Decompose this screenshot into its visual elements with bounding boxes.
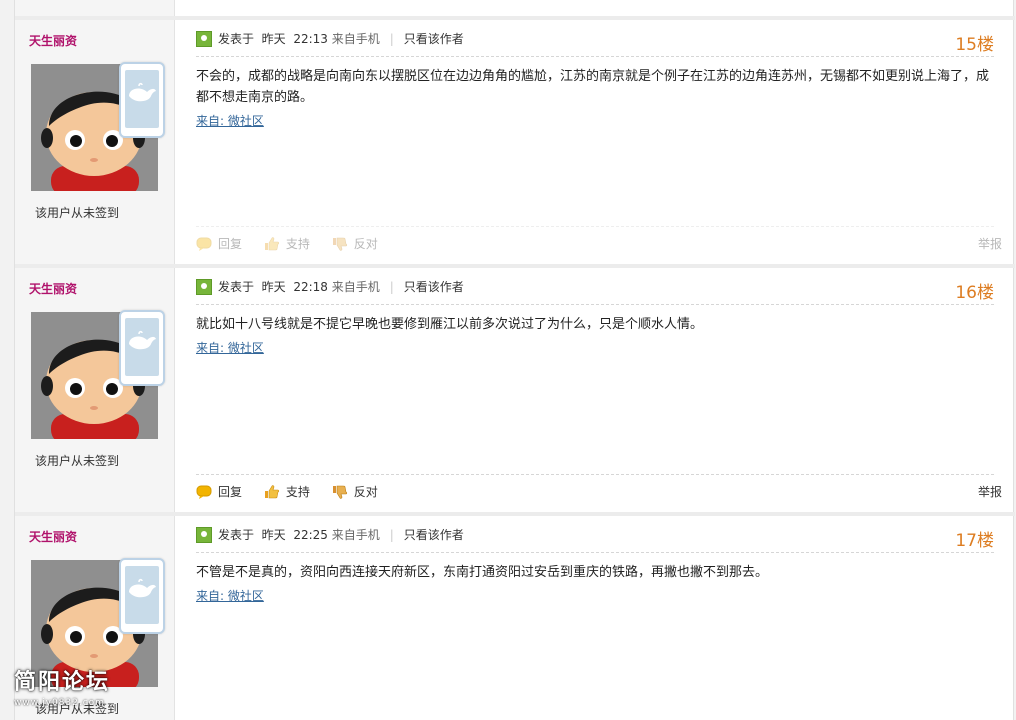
- post-content: 就比如十八号线就是不提它早晚也要修到雁江以前多次说过了为什么，只是个顺水人情。: [196, 317, 704, 332]
- mobile-phone-icon: [119, 558, 165, 634]
- reply-button[interactable]: 回复: [196, 234, 242, 254]
- previous-post-sidebar: [15, 0, 175, 16]
- meta-divider: [196, 552, 994, 553]
- post-meta: 发表于 昨天 22:18 来自手机 | 只看该作者: [196, 278, 464, 296]
- reply-label: 回复: [218, 237, 243, 251]
- reply-button[interactable]: 回复: [196, 482, 242, 502]
- separator: |: [389, 528, 394, 542]
- post-body: 发表于 昨天 22:18 来自手机 | 只看该作者 16楼 就比如十八号线就是不提它…: [176, 268, 1014, 512]
- support-button[interactable]: 支持: [264, 482, 310, 502]
- floor-number[interactable]: 17楼: [955, 526, 994, 551]
- report-link[interactable]: 举报: [978, 482, 1002, 502]
- separator: |: [389, 280, 394, 294]
- posted-label: 发表于: [218, 280, 255, 294]
- support-label: 支持: [285, 485, 310, 499]
- source-link[interactable]: 来自: 微社区: [196, 339, 264, 356]
- sign-in-status: 该用户从未签到: [35, 454, 120, 468]
- post-tag-icon: [196, 30, 212, 47]
- post-content: 不管是不是真的，资阳向西连接天府新区，东南打通资阳过安岳到重庆的铁路，再撇也撇不…: [196, 565, 769, 580]
- post-meta: 发表于 昨天 22:25 来自手机 | 只看该作者: [196, 526, 464, 544]
- reply-label: 回复: [218, 485, 243, 499]
- posted-label: 发表于: [218, 32, 255, 46]
- author-name-link[interactable]: 天生丽资: [29, 528, 77, 545]
- post-body: 发表于 昨天 22:13 来自手机 | 只看该作者 15楼 不会的，成都的战略是向南…: [176, 20, 1014, 264]
- thread-container: 天生丽资 该用户从未签到 发表于 昨天 22:13 来自手机 | 只看该作者 1…: [14, 0, 1015, 720]
- thumbs-down-icon: [332, 485, 347, 499]
- post-content: 不会的，成都的战略是向南向东以摆脱区位在边边角角的尴尬，江苏的南京就是个例子在江…: [196, 69, 990, 105]
- post-time: 22:18: [293, 280, 328, 294]
- floor-number[interactable]: 15楼: [955, 30, 994, 55]
- thumbs-down-icon: [332, 237, 347, 251]
- thumbs-up-icon: [264, 236, 279, 250]
- only-author-link[interactable]: 只看该作者: [404, 528, 464, 542]
- report-link[interactable]: 举报: [978, 234, 1002, 254]
- actions-divider: [196, 474, 994, 475]
- watermark-url: www.jy0832.com: [14, 698, 105, 708]
- actions-divider: [196, 226, 994, 227]
- mobile-phone-icon: [119, 310, 165, 386]
- meta-divider: [196, 304, 994, 305]
- post-date: 昨天: [261, 280, 286, 294]
- oppose-button[interactable]: 反对: [332, 234, 378, 254]
- mobile-phone-icon: [119, 62, 165, 138]
- oppose-label: 反对: [353, 237, 378, 251]
- author-sidebar: 天生丽资 该用户从未签到: [15, 20, 175, 264]
- post-actions: 回复 支持 反对: [196, 482, 396, 502]
- post-meta: 发表于 昨天 22:13 来自手机 | 只看该作者: [196, 30, 464, 48]
- whale-icon: [129, 82, 156, 102]
- sign-in-status: 该用户从未签到: [35, 206, 120, 220]
- post-15: 天生丽资 该用户从未签到 发表于 昨天 22:13 来自手机 | 只看该作者 1…: [15, 16, 1015, 264]
- author-name-link[interactable]: 天生丽资: [29, 32, 77, 49]
- post-date: 昨天: [261, 32, 286, 46]
- post-date: 昨天: [261, 528, 286, 542]
- post-device: 来自手机: [331, 32, 380, 46]
- post-time: 22:13: [293, 32, 328, 46]
- floor-number[interactable]: 16楼: [955, 278, 994, 303]
- post-tag-icon: [196, 278, 212, 295]
- whale-icon: [129, 578, 156, 598]
- post-16: 天生丽资 该用户从未签到 发表于 昨天 22:18 来自手机 | 只看该作者 1…: [15, 264, 1015, 512]
- forum-watermark: 简阳论坛 www.jy0832.com: [14, 664, 144, 714]
- whale-icon: [129, 330, 156, 350]
- meta-divider: [196, 56, 994, 57]
- post-device: 来自手机: [331, 280, 380, 294]
- reply-icon: [196, 237, 212, 251]
- support-label: 支持: [285, 237, 310, 251]
- posted-label: 发表于: [218, 528, 255, 542]
- watermark-title: 简阳论坛: [14, 670, 111, 695]
- post-device: 来自手机: [331, 528, 380, 542]
- post-actions: 回复 支持 反对: [196, 234, 396, 254]
- previous-post-tail: [15, 0, 1015, 16]
- post-17: 天生丽资 该用户从未签到 发表于 昨天 22:25 来自手机 | 只看该作者 1…: [15, 512, 1015, 720]
- support-button[interactable]: 支持: [264, 234, 310, 254]
- separator: |: [389, 32, 394, 46]
- source-link[interactable]: 来自: 微社区: [196, 112, 264, 129]
- post-tag-icon: [196, 526, 212, 543]
- only-author-link[interactable]: 只看该作者: [404, 280, 464, 294]
- reply-icon: [196, 485, 212, 499]
- post-time: 22:25: [293, 528, 328, 542]
- source-link[interactable]: 来自: 微社区: [196, 587, 264, 604]
- oppose-label: 反对: [353, 485, 378, 499]
- thumbs-up-icon: [264, 484, 279, 498]
- post-body: 发表于 昨天 22:25 来自手机 | 只看该作者 17楼 不管是不是真的，资阳向西…: [176, 516, 1014, 720]
- author-sidebar: 天生丽资 该用户从未签到: [15, 268, 175, 512]
- oppose-button[interactable]: 反对: [332, 482, 378, 502]
- only-author-link[interactable]: 只看该作者: [404, 32, 464, 46]
- author-name-link[interactable]: 天生丽资: [29, 280, 77, 297]
